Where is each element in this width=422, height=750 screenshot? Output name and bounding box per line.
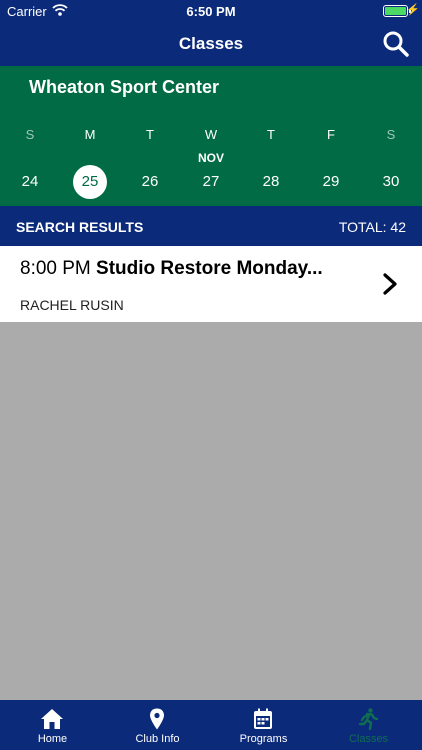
tab-classes-label: Classes	[348, 733, 389, 745]
class-time: 8:00 PM	[20, 258, 91, 279]
tab-home-label: Home	[37, 733, 68, 745]
tab-club-info[interactable]: Club Info	[105, 700, 210, 750]
search-icon[interactable]	[380, 28, 412, 60]
day-of-week-wed: W	[204, 127, 218, 142]
page-title: Classes	[178, 34, 244, 53]
tab-home[interactable]: Home	[0, 700, 105, 750]
search-results-label: SEARCH RESULTS	[16, 219, 144, 235]
home-icon	[41, 709, 63, 729]
class-list-item[interactable]: 8:00 PM Studio Restore Monday... RACHEL …	[0, 246, 422, 322]
calendar-strip: Wheaton Sport Center S M T W T F S NOV 2…	[0, 66, 422, 206]
runner-icon	[358, 708, 379, 730]
map-pin-icon	[150, 708, 164, 730]
tab-bar: Home Club Info Programs Classes	[0, 700, 422, 750]
status-time: 6:50 PM	[186, 4, 236, 19]
day-of-week-sat: S	[386, 127, 396, 142]
day-of-week-fri: F	[327, 127, 335, 142]
nav-bar: Classes	[0, 22, 422, 66]
search-results-header: SEARCH RESULTS TOTAL: 42	[0, 206, 422, 246]
date-30[interactable]: 30	[374, 165, 408, 199]
date-25-selected[interactable]: 25	[73, 165, 107, 199]
results-total: TOTAL: 42	[338, 219, 406, 235]
class-instructor: RACHEL RUSIN	[20, 297, 124, 313]
date-26[interactable]: 26	[133, 165, 167, 199]
day-of-week-tue: T	[146, 127, 154, 142]
day-of-week-sun: S	[25, 127, 35, 142]
calendar-icon	[254, 708, 272, 729]
tab-programs[interactable]: Programs	[211, 700, 316, 750]
club-name: Wheaton Sport Center	[29, 77, 220, 97]
tab-club-info-label: Club Info	[135, 733, 180, 745]
battery-icon	[383, 5, 408, 17]
tab-classes[interactable]: Classes	[316, 700, 421, 750]
date-24[interactable]: 24	[13, 165, 47, 199]
class-name: Studio Restore Monday...	[96, 258, 323, 279]
day-of-week-mon: M	[84, 127, 96, 142]
date-28[interactable]: 28	[254, 165, 288, 199]
day-of-week-thu: T	[267, 127, 275, 142]
chevron-right-icon[interactable]	[382, 272, 398, 296]
month-label: NOV	[197, 151, 224, 165]
class-title-line: 8:00 PM Studio Restore Monday...	[20, 258, 360, 280]
status-bar: Carrier 6:50 PM ⚡	[0, 0, 422, 22]
date-27[interactable]: 27	[194, 165, 228, 199]
charging-icon: ⚡	[406, 4, 420, 16]
tab-programs-label: Programs	[239, 733, 288, 745]
date-29[interactable]: 29	[314, 165, 348, 199]
